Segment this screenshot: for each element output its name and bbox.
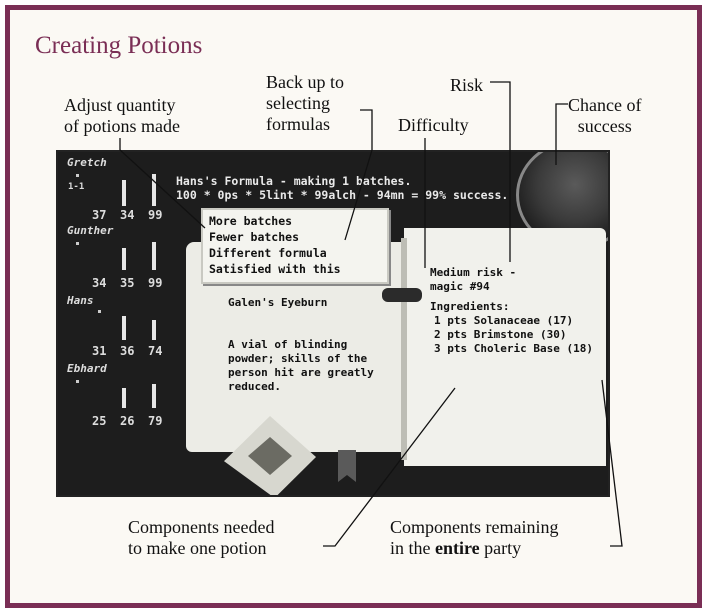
leader-components-remaining [601,379,623,547]
leader-adjust-quantity [119,138,206,229]
leader-back-up [344,109,373,241]
leader-chance [555,103,568,165]
leader-components-needed [323,387,456,547]
leader-risk [490,81,511,262]
callout-leader-lines [119,81,623,547]
